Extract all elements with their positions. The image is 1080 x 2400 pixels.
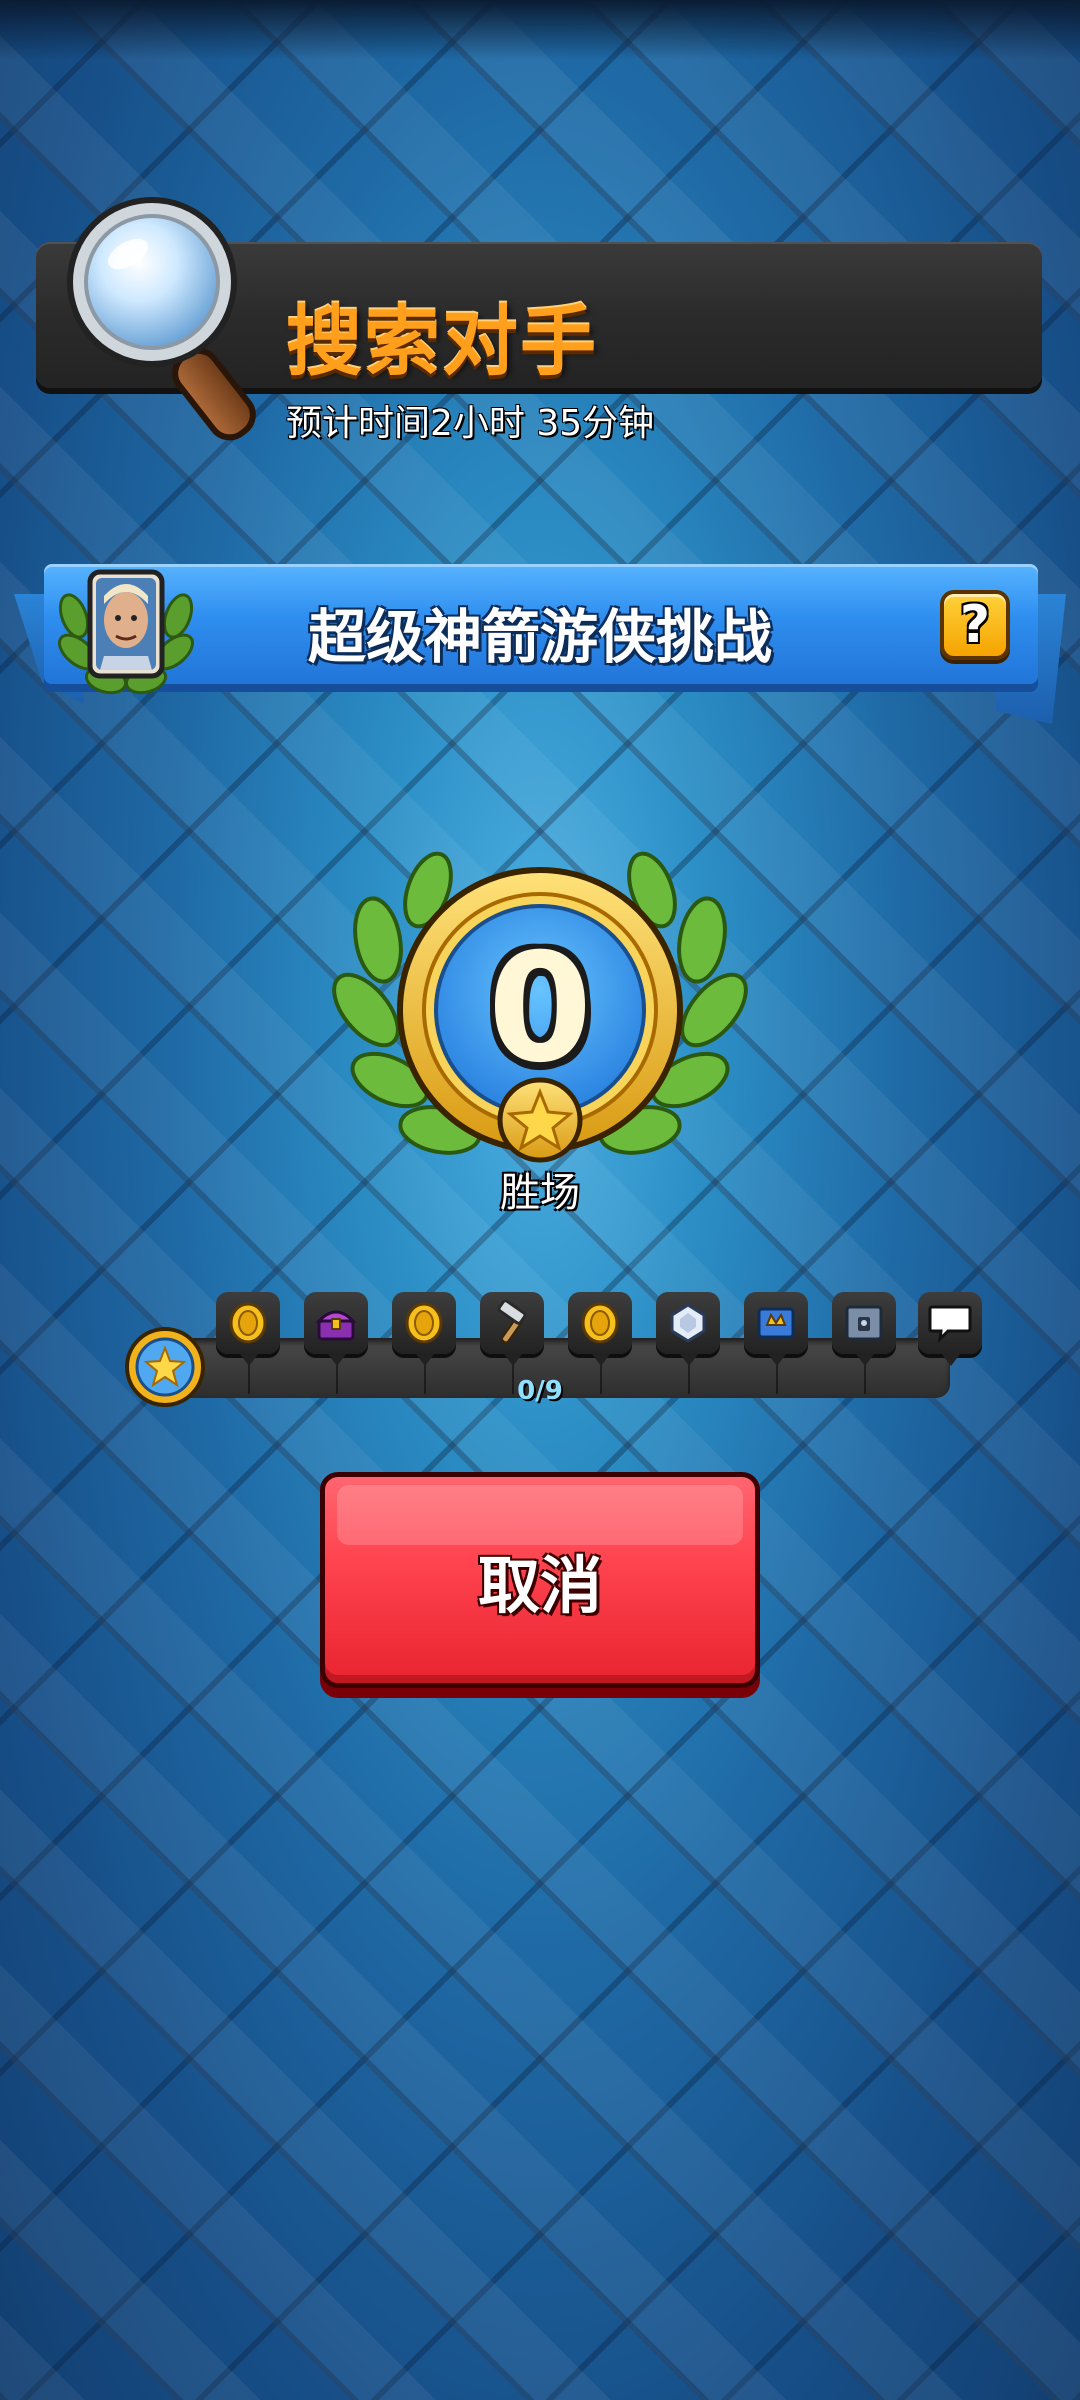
magnifier-icon (67, 197, 256, 441)
lock-chest-icon (845, 1305, 883, 1341)
reward-slot[interactable] (832, 1292, 896, 1366)
magic-chest-icon (315, 1310, 357, 1341)
cancel-label: 取消 (477, 1549, 602, 1622)
top-shade (0, 0, 1080, 60)
wins-count: 0 (487, 922, 593, 1096)
reward-slot[interactable] (568, 1292, 632, 1366)
reward-slot[interactable] (304, 1292, 368, 1366)
cancel-button[interactable]: 取消 (320, 1472, 760, 1688)
challenge-title: 超级神箭游侠挑战 (307, 603, 772, 671)
hammer-icon (497, 1300, 527, 1344)
rewards-progress-text: 0/9 (517, 1376, 563, 1406)
search-title: 搜索对手 (286, 297, 598, 386)
gold-coin-icon (405, 1302, 443, 1344)
reward-slot[interactable] (480, 1292, 544, 1366)
reward-slot[interactable] (216, 1292, 280, 1366)
search-eta: 预计时间2小时 35分钟 (286, 403, 655, 444)
help-button[interactable]: ? (940, 590, 1010, 660)
banner-icon (757, 1307, 795, 1339)
crystal-icon (670, 1303, 706, 1343)
gold-coin-icon (581, 1302, 619, 1344)
reward-slot[interactable] (656, 1292, 720, 1366)
wins-label: 胜场 (500, 1170, 580, 1216)
reward-slot[interactable] (392, 1292, 456, 1366)
gold-coin-icon (229, 1302, 267, 1344)
reward-slot[interactable] (918, 1292, 982, 1366)
star-badge-icon (125, 1327, 205, 1407)
reward-slot[interactable] (744, 1292, 808, 1366)
emote-bubble-icon (928, 1305, 972, 1344)
